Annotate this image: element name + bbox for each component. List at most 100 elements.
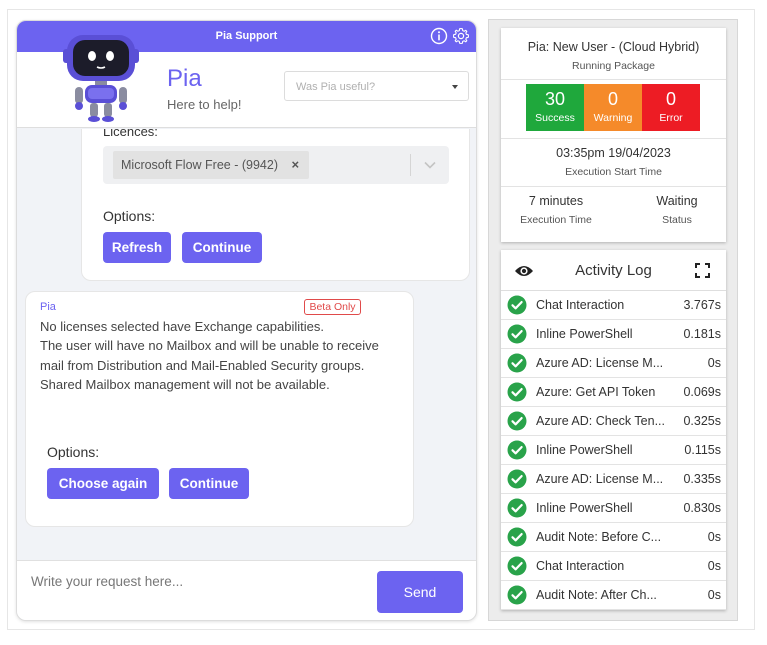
activity-log-row[interactable]: Azure AD: Check Ten... 0.325s (501, 407, 726, 436)
success-check-icon (507, 585, 527, 605)
success-check-icon (507, 440, 527, 460)
chat-request-input[interactable] (31, 571, 371, 591)
beta-only-badge: Beta Only (304, 299, 361, 315)
licence-multiselect[interactable]: Microsoft Flow Free - (9942) × (103, 146, 449, 184)
send-button[interactable]: Send (377, 571, 463, 613)
success-check-icon (507, 295, 527, 315)
chat-panel: Pia Support Pia Here to help! Was Pia us… (16, 20, 477, 621)
chat-messages[interactable]: Licences: Microsoft Flow Free - (9942) ×… (17, 129, 476, 556)
warning-count: 0 (607, 89, 618, 109)
message-line: The user will have no Mailbox and will b… (40, 338, 379, 373)
activity-log-row[interactable]: Audit Note: Before C... 0s (501, 523, 726, 552)
activity-duration: 0.335s (683, 472, 721, 486)
choose-again-button[interactable]: Choose again (47, 468, 159, 499)
execution-start-time-label: Execution Start Time (565, 166, 662, 178)
options-label: Options: (103, 208, 156, 224)
licence-selection-card: Licences: Microsoft Flow Free - (9942) ×… (81, 129, 470, 281)
activity-name: Chat Interaction (536, 298, 625, 312)
activity-log-card: Activity Log Chat Interaction 3.767s Inlin… (501, 250, 726, 610)
activity-duration: 0.830s (683, 501, 721, 515)
activity-log-row[interactable]: Audit Note: After Ch... 0s (501, 581, 726, 610)
package-summary-card: Pia: New User - (Cloud Hybrid) Running P… (501, 28, 726, 242)
activity-log-row[interactable]: Chat Interaction 3.767s (501, 291, 726, 320)
message-sender: Pia (40, 301, 56, 313)
success-check-icon (507, 498, 527, 518)
success-check-icon (507, 527, 527, 547)
refresh-button[interactable]: Refresh (103, 232, 171, 263)
message-line: Shared Mailbox management will not be av… (40, 377, 330, 393)
success-stat: 30 Success (526, 84, 584, 131)
info-icon[interactable] (430, 27, 448, 45)
chat-composer: Send (17, 560, 476, 620)
activity-duration: 0s (707, 530, 721, 544)
activity-log-row[interactable]: Azure AD: License M... 0.335s (501, 465, 726, 494)
selected-licence-label: Microsoft Flow Free - (9942) (121, 158, 278, 172)
success-check-icon (507, 469, 527, 489)
execution-duration-value: 7 minutes (528, 194, 584, 208)
activity-log-header: Activity Log (501, 250, 726, 291)
execution-status-value: Waiting (656, 194, 698, 208)
package-subtitle: Running Package (572, 60, 655, 72)
error-stat: 0 Error (642, 84, 700, 131)
activity-duration: 0.325s (683, 414, 721, 428)
message-line: No licenses selected have Exchange capab… (40, 319, 325, 334)
success-label: Success (535, 112, 575, 124)
divider (501, 186, 726, 187)
activity-name: Chat Interaction (536, 559, 625, 573)
activity-log-row[interactable]: Azure AD: License M... 0s (501, 349, 726, 378)
licences-label: Licences: (103, 129, 158, 139)
package-sidebar: Pia: New User - (Cloud Hybrid) Running P… (488, 19, 738, 621)
activity-log-row[interactable]: Inline PowerShell 0.830s (501, 494, 726, 523)
activity-log-row[interactable]: Inline PowerShell 0.115s (501, 436, 726, 465)
activity-name: Audit Note: Before C... (536, 530, 662, 544)
activity-log-row[interactable]: Chat Interaction 0s (501, 552, 726, 581)
fullscreen-icon[interactable] (695, 263, 710, 278)
execution-status-label: Status (662, 214, 692, 226)
activity-name: Audit Note: After Ch... (536, 588, 657, 602)
package-title: Pia: New User - (Cloud Hybrid) (527, 40, 700, 54)
activity-name: Inline PowerShell (536, 443, 633, 457)
success-check-icon (507, 411, 527, 431)
success-check-icon (507, 556, 527, 576)
settings-gear-icon[interactable] (452, 27, 470, 45)
options-label: Options: (47, 444, 100, 460)
divider (501, 138, 726, 139)
activity-duration: 0s (707, 356, 721, 370)
error-label: Error (659, 112, 683, 124)
error-count: 0 (665, 89, 676, 109)
activity-name: Azure AD: License M... (536, 356, 664, 370)
warning-stat: 0 Warning (584, 84, 642, 131)
bot-tagline: Here to help! (167, 97, 242, 112)
select-separator (410, 154, 411, 176)
chevron-down-icon[interactable] (423, 158, 437, 172)
activity-duration: 3.767s (683, 298, 721, 312)
success-count: 30 (544, 89, 566, 109)
selected-licence-chip: Microsoft Flow Free - (9942) × (113, 151, 310, 179)
success-check-icon (507, 353, 527, 373)
activity-log-title: Activity Log (575, 262, 652, 279)
activity-name: Inline PowerShell (536, 501, 633, 515)
warning-label: Warning (593, 112, 633, 124)
success-check-icon (507, 382, 527, 402)
activity-duration: 0.181s (683, 327, 721, 341)
activity-name: Azure: Get API Token (536, 385, 656, 399)
activity-name: Inline PowerShell (536, 327, 633, 341)
feedback-select-placeholder: Was Pia useful? (296, 81, 376, 93)
activity-duration: 0s (707, 588, 721, 602)
execution-duration-label: Execution Time (520, 214, 592, 226)
pia-robot-avatar (63, 35, 139, 122)
message-text: No licenses selected have Exchange capab… (40, 317, 400, 395)
success-check-icon (507, 324, 527, 344)
activity-name: Azure AD: License M... (536, 472, 664, 486)
activity-log-row[interactable]: Inline PowerShell 0.181s (501, 320, 726, 349)
execution-start-time: 03:35pm 19/04/2023 (556, 146, 671, 160)
activity-log-row[interactable]: Azure: Get API Token 0.069s (501, 378, 726, 407)
activity-duration: 0.069s (683, 385, 721, 399)
continue-button[interactable]: Continue (182, 232, 262, 263)
continue-button[interactable]: Continue (169, 468, 249, 499)
activity-duration: 0.115s (684, 443, 721, 457)
pia-message-card: Pia Beta Only No licenses selected have … (25, 291, 414, 527)
remove-licence-icon[interactable]: × (291, 157, 299, 172)
activity-name: Azure AD: Check Ten... (536, 414, 665, 428)
feedback-select[interactable]: Was Pia useful? (284, 71, 469, 101)
